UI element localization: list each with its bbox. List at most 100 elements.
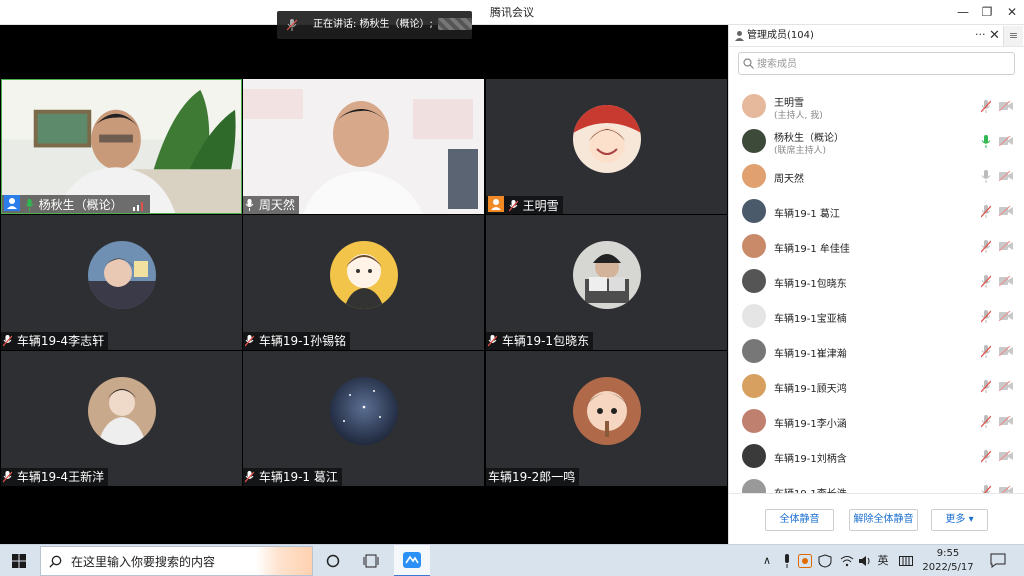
mic-icon[interactable] <box>981 135 991 148</box>
mic-muted-icon[interactable] <box>981 205 991 218</box>
mic-muted-icon[interactable] <box>981 310 991 323</box>
ime-indicator[interactable]: 英 <box>875 545 891 576</box>
member-name: 车辆19-1刘柄含 <box>774 454 847 465</box>
member-name: 车辆19-1包晓东 <box>774 279 847 290</box>
clock-date: 2022/5/17 <box>922 562 974 573</box>
participant-label: 车辆19-4王新洋 <box>1 468 109 486</box>
taskbar-clock[interactable]: 9:55 2022/5/17 <box>918 547 978 575</box>
video-tile[interactable]: 王明雪 <box>486 79 727 214</box>
participant-name: 杨秋生（概论） <box>38 198 123 212</box>
participant-name: 王明雪 <box>522 199 559 213</box>
member-name: 车辆19-1李小涵 <box>774 419 847 430</box>
mic-muted-icon[interactable] <box>981 415 991 428</box>
video-grid: 杨秋生（概论） 周天然 王明雪 车辆19-4李志轩 车辆19-1孙锡铭 车辆19… <box>1 79 727 513</box>
video-tile[interactable]: 杨秋生（概论） <box>1 79 242 214</box>
camera-off-icon[interactable] <box>999 241 1013 251</box>
notification-icon[interactable] <box>990 553 1006 568</box>
member-avatar <box>742 304 766 328</box>
mute-all-button[interactable]: 全体静音 <box>765 509 834 531</box>
windows-start-icon[interactable] <box>12 554 26 568</box>
camera-off-icon[interactable] <box>999 206 1013 216</box>
camera-off-icon[interactable] <box>999 101 1013 111</box>
signal-icon <box>132 202 143 211</box>
members-panel: 管理成员(104) ··· ✕ ≡ 王明雪 (主持人, 我) 杨秋生（概论） (联席主… <box>728 25 1024 544</box>
unmute-all-button[interactable]: 解除全体静音 <box>849 509 918 531</box>
member-search[interactable] <box>738 52 1015 75</box>
video-area: 杨秋生（概论） 周天然 王明雪 车辆19-4李志轩 车辆19-1孙锡铭 车辆19… <box>0 25 728 544</box>
camera-off-icon[interactable] <box>999 451 1013 461</box>
member-row[interactable]: 车辆19-1 牟佳佳 <box>729 229 1024 264</box>
mic-muted-icon[interactable] <box>981 100 991 113</box>
participant-label: 车辆19-4李志轩 <box>1 332 109 350</box>
member-row[interactable]: 杨秋生（概论） (联席主持人) <box>729 124 1024 159</box>
task-view-icon[interactable] <box>363 554 379 568</box>
camera-off-icon[interactable] <box>999 346 1013 356</box>
member-row[interactable]: 车辆19-1 葛江 <box>729 194 1024 229</box>
mic-muted-icon[interactable] <box>981 485 991 493</box>
participant-video <box>243 79 484 214</box>
wifi-icon[interactable] <box>840 555 854 567</box>
more-options-icon[interactable]: ··· <box>975 25 986 45</box>
participant-name: 车辆19-1包晓东 <box>501 334 590 348</box>
member-row[interactable]: 车辆19-1崔津瀚 <box>729 334 1024 369</box>
close-window-button[interactable]: ✕ <box>997 0 1024 25</box>
member-row[interactable]: 车辆19-1顾天鸿 <box>729 369 1024 404</box>
member-name: 车辆19-1宝亚楠 <box>774 314 847 325</box>
keyboard-icon[interactable] <box>899 554 913 568</box>
camera-off-icon[interactable] <box>999 381 1013 391</box>
mic-muted-icon[interactable] <box>981 450 991 463</box>
participant-name: 车辆19-4王新洋 <box>16 470 105 484</box>
camera-off-icon[interactable] <box>999 171 1013 181</box>
participant-avatar <box>572 376 641 445</box>
member-avatar <box>742 444 766 468</box>
volume-icon[interactable] <box>858 555 872 567</box>
camera-off-icon[interactable] <box>999 486 1013 493</box>
taskbar-search[interactable]: 在这里输入你要搜索的内容 <box>40 546 313 576</box>
member-avatar <box>742 164 766 188</box>
member-avatar <box>742 129 766 153</box>
participant-label: 王明雪 <box>486 196 563 214</box>
members-panel-footer: 全体静音 解除全体静音 更多 ▾ <box>729 493 1024 544</box>
video-tile[interactable]: 车辆19-4李志轩 <box>1 215 242 350</box>
member-row[interactable]: 车辆19-1刘柄含 <box>729 439 1024 474</box>
mic-muted-icon[interactable] <box>981 275 991 288</box>
participant-label: 车辆19-2郎一鸣 <box>486 468 580 486</box>
member-row[interactable]: 车辆19-1李长浩 <box>729 474 1024 493</box>
video-tile[interactable]: 车辆19-1孙锡铭 <box>243 215 484 350</box>
tray-mic-icon[interactable] <box>782 554 792 568</box>
mic-muted-icon[interactable] <box>981 380 991 393</box>
participant-label: 车辆19-1包晓东 <box>486 332 594 350</box>
members-panel-header: 管理成员(104) ··· ✕ ≡ <box>729 25 1024 47</box>
video-tile[interactable]: 车辆19-4王新洋 <box>1 351 242 486</box>
camera-off-icon[interactable] <box>999 276 1013 286</box>
mic-muted-icon[interactable] <box>981 345 991 358</box>
camera-off-icon[interactable] <box>999 136 1013 146</box>
member-row[interactable]: 周天然 <box>729 159 1024 194</box>
camera-off-icon[interactable] <box>999 311 1013 321</box>
member-row[interactable]: 车辆19-1李小涵 <box>729 404 1024 439</box>
member-row[interactable]: 车辆19-1包晓东 <box>729 264 1024 299</box>
tray-chevron-icon[interactable]: ∧ <box>760 545 774 576</box>
host-badge-icon <box>488 196 504 212</box>
search-input[interactable] <box>757 55 1007 73</box>
tencent-meeting-taskbar-app[interactable] <box>394 545 430 576</box>
tray-app-icon[interactable] <box>798 554 812 568</box>
member-row[interactable]: 车辆19-1宝亚楠 <box>729 299 1024 334</box>
tray-security-icon[interactable] <box>818 554 832 568</box>
cortana-icon[interactable] <box>326 554 340 568</box>
menu-icon[interactable]: ≡ <box>1003 26 1023 46</box>
member-avatar <box>742 409 766 433</box>
video-tile[interactable]: 周天然 <box>243 79 484 214</box>
more-button[interactable]: 更多 ▾ <box>931 509 988 531</box>
member-name: 王明雪 <box>774 98 804 109</box>
member-avatar <box>742 269 766 293</box>
camera-off-icon[interactable] <box>999 416 1013 426</box>
mic-icon[interactable] <box>981 170 991 183</box>
video-tile[interactable]: 车辆19-1 葛江 <box>243 351 484 486</box>
close-panel-icon[interactable]: ✕ <box>989 25 1000 47</box>
mic-muted-icon <box>487 335 498 347</box>
member-row[interactable]: 王明雪 (主持人, 我) <box>729 89 1024 124</box>
video-tile[interactable]: 车辆19-2郎一鸣 <box>486 351 727 486</box>
mic-muted-icon[interactable] <box>981 240 991 253</box>
video-tile[interactable]: 车辆19-1包晓东 <box>486 215 727 350</box>
